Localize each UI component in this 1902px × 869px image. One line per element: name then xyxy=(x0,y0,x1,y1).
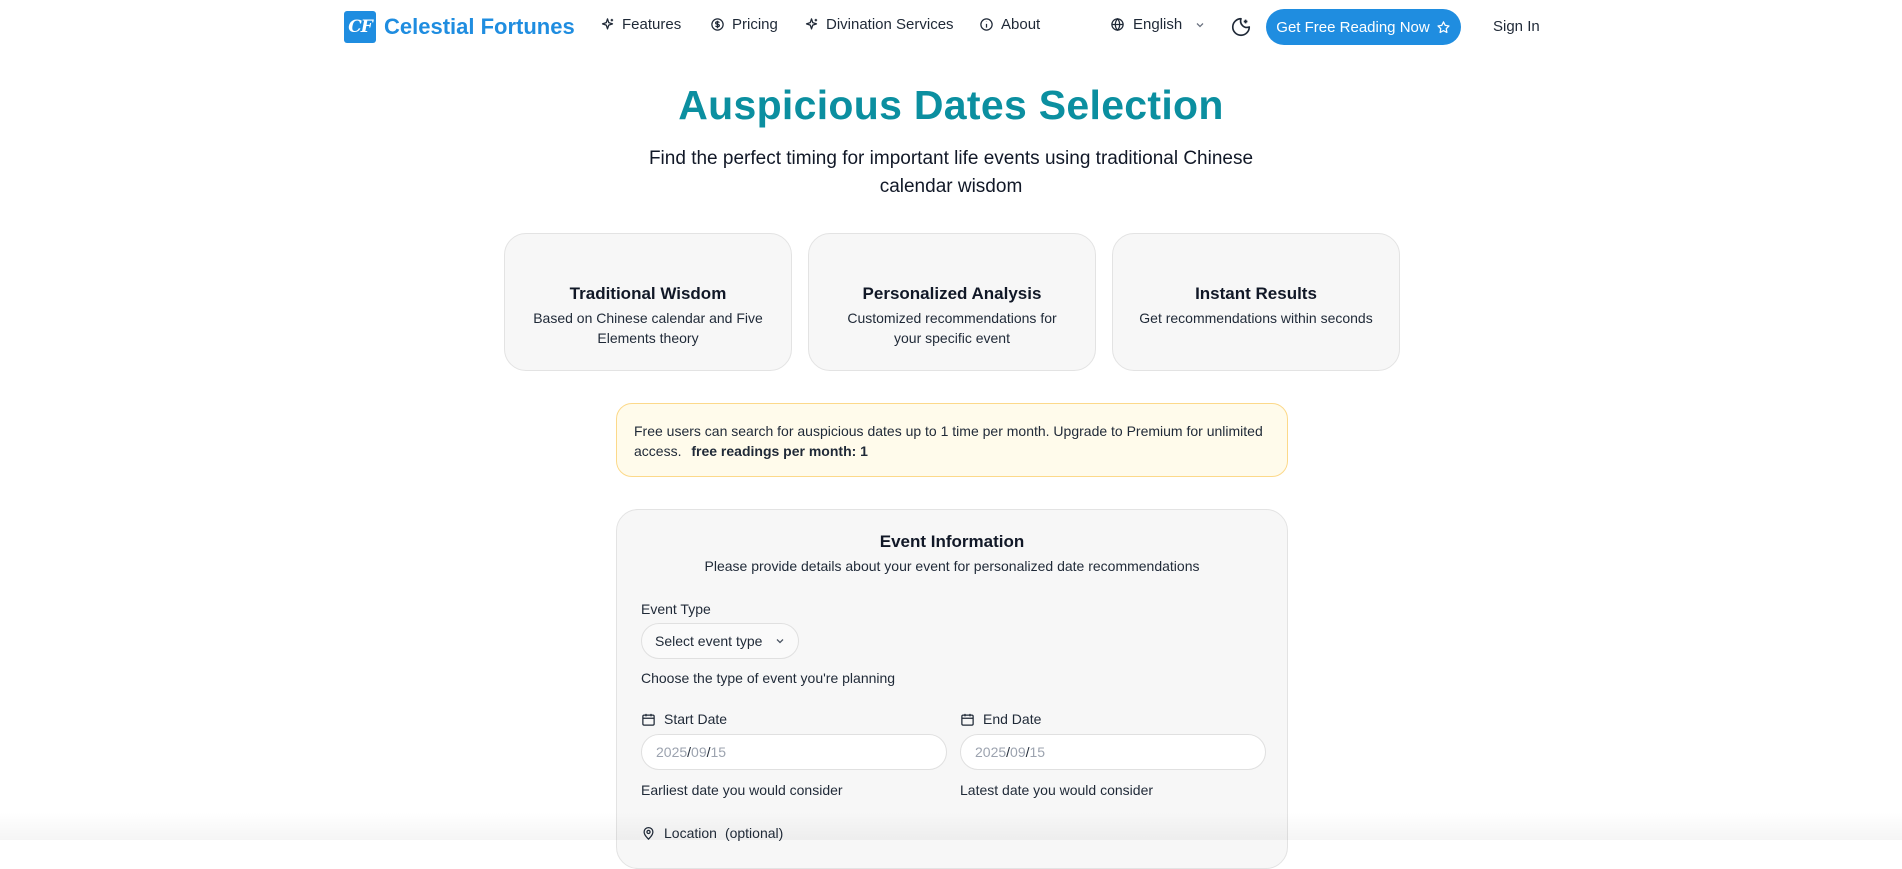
nav-about-label: About xyxy=(1001,16,1041,33)
nav-divination-services[interactable]: Divination Services xyxy=(804,16,954,33)
event-type-label: Event Type xyxy=(641,601,711,617)
feature-card-personalized-analysis: Personalized Analysis Customized recomme… xyxy=(808,233,1096,371)
location-label: Location (optional) xyxy=(641,825,783,841)
start-date-help: Earliest date you would consider xyxy=(641,782,843,798)
sign-in-link[interactable]: Sign In xyxy=(1493,18,1540,35)
info-circle-icon xyxy=(980,18,993,31)
feature-card-traditional-wisdom: Traditional Wisdom Based on Chinese cale… xyxy=(504,233,792,371)
free-usage-notice: Free users can search for auspicious dat… xyxy=(616,403,1288,477)
language-label: English xyxy=(1133,16,1183,33)
event-type-help: Choose the type of event you're planning xyxy=(641,670,896,686)
feature-card-title: Personalized Analysis xyxy=(862,284,1042,303)
start-date-label: Start Date xyxy=(641,711,727,727)
cta-label: Get Free Reading Now xyxy=(1276,18,1430,36)
location-label-text: Location xyxy=(664,825,717,841)
star-icon xyxy=(1437,20,1450,33)
start-date-year: 2025 xyxy=(656,744,688,760)
event-type-placeholder: Select event type xyxy=(655,633,763,649)
event-type-label-text: Event Type xyxy=(641,601,711,617)
page-subtitle: Find the perfect timing for important li… xyxy=(648,148,1254,197)
nav-about[interactable]: About xyxy=(979,16,1040,33)
form-title: Event Information xyxy=(879,532,1025,551)
start-date-month: 09 xyxy=(691,744,707,760)
language-selector[interactable]: English xyxy=(1110,16,1206,33)
end-date-input[interactable]: 2025/09/15 xyxy=(960,734,1266,770)
end-date-month: 09 xyxy=(1010,744,1026,760)
chevron-down-icon xyxy=(776,639,784,644)
feature-cards: Traditional Wisdom Based on Chinese cale… xyxy=(504,233,1400,371)
feature-card-instant-results: Instant Results Get recommendations with… xyxy=(1112,233,1400,371)
logo-monogram: CF xyxy=(344,11,376,43)
end-date-day: 15 xyxy=(1029,744,1046,760)
nav-pricing[interactable]: Pricing xyxy=(710,16,778,33)
chevron-down-icon xyxy=(1196,22,1204,27)
brand-name: Celestial Fortunes xyxy=(384,14,575,39)
nav-pricing-label: Pricing xyxy=(732,16,778,33)
feature-card-desc: Customized recommendations for your spec… xyxy=(847,310,1057,346)
sparkles-icon xyxy=(805,18,818,30)
feature-card-title: Instant Results xyxy=(1195,284,1317,303)
nav-features-label: Features xyxy=(622,16,682,33)
end-date-label-text: End Date xyxy=(983,711,1042,727)
event-type-select[interactable]: Select event type xyxy=(641,623,799,659)
globe-icon xyxy=(1111,17,1124,32)
top-navbar: CF Celestial Fortunes Features Pricing D… xyxy=(0,0,1902,54)
brand-logo[interactable]: CF Celestial Fortunes xyxy=(344,11,575,43)
location-optional-text: (optional) xyxy=(724,825,784,841)
end-date-label: End Date xyxy=(960,711,1041,727)
feature-card-desc: Get recommendations within seconds xyxy=(1139,310,1373,326)
moon-stars-icon xyxy=(1231,17,1251,37)
calendar-icon xyxy=(961,713,974,726)
event-information-form: Event Information Please provide details… xyxy=(616,509,1288,869)
form-description: Please provide details about your event … xyxy=(704,558,1200,574)
nav-features[interactable]: Features xyxy=(600,16,681,33)
feature-card-desc: Based on Chinese calendar and Five Eleme… xyxy=(533,310,763,346)
start-date-day: 15 xyxy=(710,744,727,760)
start-date-label-text: Start Date xyxy=(664,711,728,727)
calendar-icon xyxy=(642,713,655,726)
notice-readings-count: free readings per month: 1 xyxy=(691,443,868,459)
sparkles-icon xyxy=(601,18,614,30)
end-date-help: Latest date you would consider xyxy=(960,782,1154,798)
start-date-input[interactable]: 2025/09/15 xyxy=(641,734,947,770)
end-date-year: 2025 xyxy=(975,744,1007,760)
feature-card-title: Traditional Wisdom xyxy=(569,284,727,303)
map-pin-icon xyxy=(643,826,654,840)
theme-toggle-button[interactable] xyxy=(1230,16,1252,38)
page-title: Auspicious Dates Selection xyxy=(678,82,1224,128)
nav-divination-label: Divination Services xyxy=(826,16,954,33)
get-free-reading-button[interactable]: Get Free Reading Now xyxy=(1266,9,1461,45)
dollar-circle-icon xyxy=(711,18,724,31)
